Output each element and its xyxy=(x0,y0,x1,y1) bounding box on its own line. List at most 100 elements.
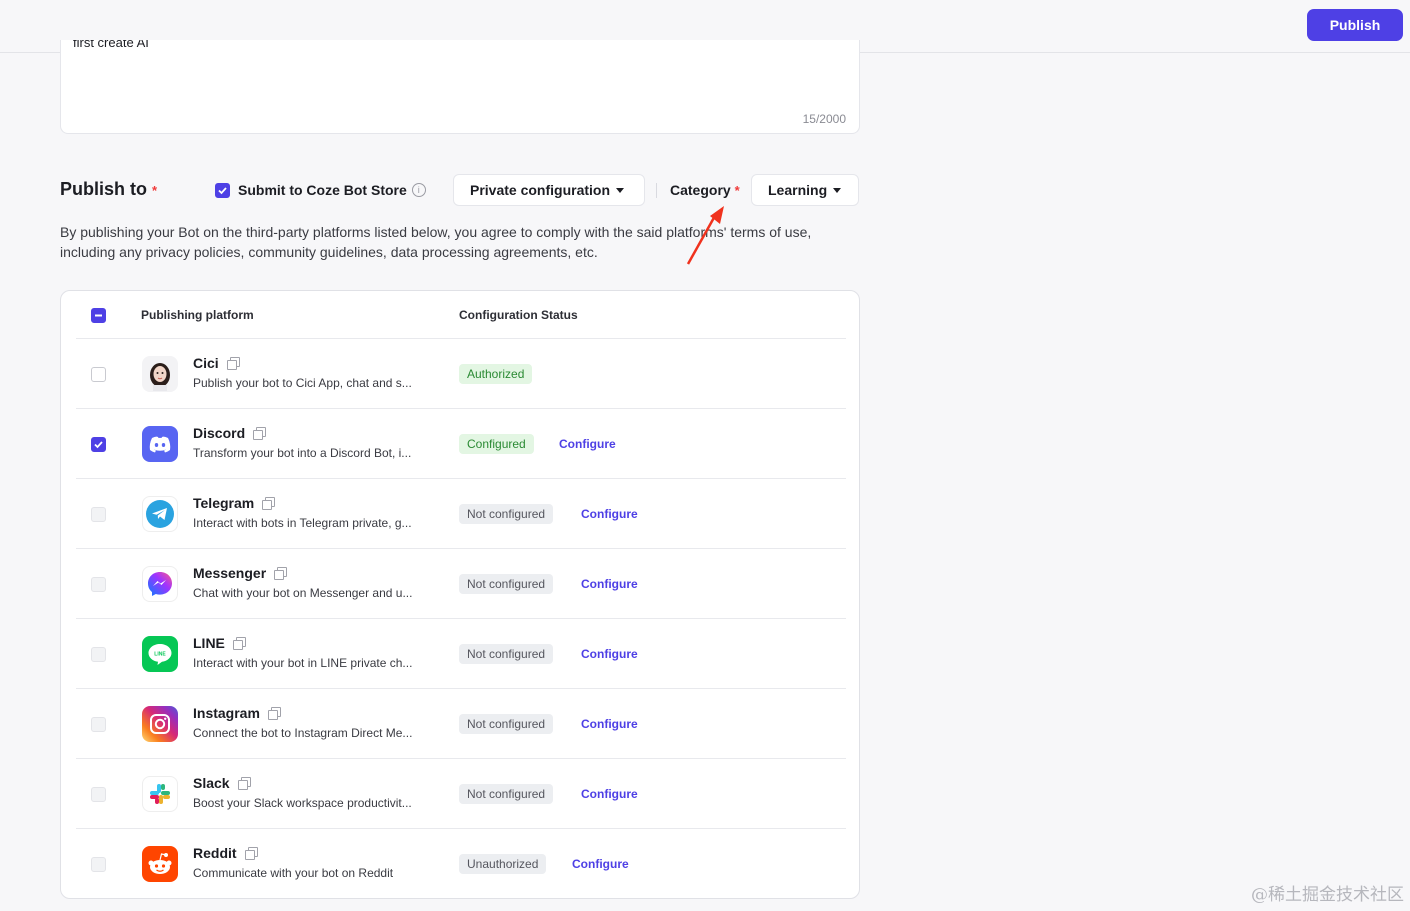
private-config-label: Private configuration xyxy=(470,182,611,198)
table-row: Reddit Communicate with your bot on Redd… xyxy=(76,829,846,899)
caret-down-icon xyxy=(616,187,625,193)
publish-to-title: Publish to * xyxy=(60,179,157,200)
copy-icon[interactable] xyxy=(237,776,251,790)
table-row: LINE LINE Interact with your bot in LINE… xyxy=(76,619,846,689)
category-label-text: Category xyxy=(670,182,731,198)
platform-name: Reddit xyxy=(193,845,258,861)
platform-name-text: Telegram xyxy=(193,495,255,511)
submit-store-checkbox[interactable]: Submit to Coze Bot Store i xyxy=(215,182,426,198)
cici-avatar-icon xyxy=(142,356,178,392)
platform-description: Chat with your bot on Messenger and u... xyxy=(193,586,413,600)
publish-to-label: Publish to xyxy=(60,179,147,199)
row-checkbox[interactable] xyxy=(91,787,106,802)
row-checkbox[interactable] xyxy=(91,717,106,732)
platform-name: Telegram xyxy=(193,495,276,511)
configure-link[interactable]: Configure xyxy=(581,577,638,591)
configure-link[interactable]: Configure xyxy=(581,507,638,521)
status-badge: Not configured xyxy=(459,784,554,804)
divider xyxy=(656,183,657,198)
table-row: Messenger Chat with your bot on Messenge… xyxy=(76,549,846,619)
info-icon[interactable]: i xyxy=(411,183,426,197)
configure-link[interactable]: Configure xyxy=(572,857,629,871)
configure-link[interactable]: Configure xyxy=(559,437,616,451)
platform-description: Communicate with your bot on Reddit xyxy=(193,866,394,880)
platform-name: Discord xyxy=(193,425,267,441)
row-checkbox[interactable] xyxy=(91,437,106,452)
platform-description: Boost your Slack workspace productivit..… xyxy=(193,796,412,810)
row-checkbox[interactable] xyxy=(91,577,106,592)
svg-text:LINE: LINE xyxy=(154,652,166,658)
category-label: Category * xyxy=(670,182,740,198)
copy-icon[interactable] xyxy=(267,706,281,720)
row-checkbox[interactable] xyxy=(91,857,106,872)
reddit-icon xyxy=(142,846,178,882)
copy-icon[interactable] xyxy=(232,636,246,650)
platform-name-text: LINE xyxy=(193,635,225,651)
caret-down-icon xyxy=(833,187,842,193)
copy-icon[interactable] xyxy=(253,426,267,440)
platform-description: Interact with your bot in LINE private c… xyxy=(193,656,413,670)
status-badge: Not configured xyxy=(459,644,554,664)
col-header-status: Configuration Status xyxy=(459,308,578,322)
table-row: Instagram Connect the bot to Instagram D… xyxy=(76,689,846,759)
platform-description: Connect the bot to Instagram Direct Me..… xyxy=(193,726,413,740)
char-counter: 15/2000 xyxy=(802,112,846,126)
category-required-mark: * xyxy=(734,183,740,198)
configure-link[interactable]: Configure xyxy=(581,647,638,661)
terms-notice: By publishing your Bot on the third-part… xyxy=(60,224,812,260)
platform-name-text: Messenger xyxy=(193,565,267,581)
row-checkbox[interactable] xyxy=(91,507,106,522)
table-header: Publishing platform Configuration Status xyxy=(76,291,846,339)
private-config-dropdown[interactable]: Private configuration xyxy=(453,174,645,206)
status-badge: Unauthorized xyxy=(459,854,547,874)
platform-table: Publishing platform Configuration Status… xyxy=(60,290,860,899)
line-icon: LINE xyxy=(142,636,178,672)
description-textarea[interactable]: first create AI 15/2000 xyxy=(60,40,860,134)
copy-icon[interactable] xyxy=(244,846,258,860)
messenger-icon xyxy=(142,566,178,602)
platform-name-text: Reddit xyxy=(193,845,237,861)
publish-to-row: Publish to * Submit to Coze Bot Store i … xyxy=(60,174,860,206)
status-badge: Configured xyxy=(459,434,534,454)
table-row: Discord Transform your bot into a Discor… xyxy=(76,409,846,479)
platform-name: Slack xyxy=(193,775,251,791)
submit-store-label: Submit to Coze Bot Store xyxy=(238,182,407,198)
platform-description: Publish your bot to Cici App, chat and s… xyxy=(193,376,412,390)
copy-icon[interactable] xyxy=(274,566,288,580)
category-value: Learning xyxy=(768,182,828,198)
slack-icon xyxy=(142,776,178,812)
status-badge: Not configured xyxy=(459,714,554,734)
category-dropdown[interactable]: Learning xyxy=(751,174,859,206)
required-mark: * xyxy=(152,183,158,198)
instagram-icon xyxy=(142,706,178,742)
platform-name-text: Slack xyxy=(193,775,230,791)
publish-button[interactable]: Publish xyxy=(1307,9,1403,41)
platform-description: Interact with bots in Telegram private, … xyxy=(193,516,412,530)
copy-icon[interactable] xyxy=(226,356,240,370)
table-row: Slack Boost your Slack workspace product… xyxy=(76,759,846,829)
telegram-icon xyxy=(142,496,178,532)
platform-name: Messenger xyxy=(193,565,288,581)
checkbox-checked-icon[interactable] xyxy=(215,182,230,198)
description-partial-text: first create AI xyxy=(73,40,149,50)
status-badge: Authorized xyxy=(459,364,533,384)
platform-name-text: Instagram xyxy=(193,705,260,721)
row-checkbox[interactable] xyxy=(91,367,106,382)
platform-name: Instagram xyxy=(193,705,281,721)
platform-name: Cici xyxy=(193,355,240,371)
copy-icon[interactable] xyxy=(262,496,276,510)
platform-name-text: Cici xyxy=(193,355,219,371)
status-badge: Not configured xyxy=(459,504,554,524)
watermark: @稀土掘金技术社区 xyxy=(1251,885,1404,905)
row-checkbox[interactable] xyxy=(91,647,106,662)
col-header-platform: Publishing platform xyxy=(141,308,254,322)
platform-name-text: Discord xyxy=(193,425,246,441)
configure-link[interactable]: Configure xyxy=(581,717,638,731)
annotation-arrow-icon xyxy=(686,206,724,265)
discord-icon xyxy=(142,426,178,462)
platform-description: Transform your bot into a Discord Bot, i… xyxy=(193,446,412,460)
configure-link[interactable]: Configure xyxy=(581,787,638,801)
table-row: Cici Publish your bot to Cici App, chat … xyxy=(76,339,846,409)
select-all-checkbox[interactable] xyxy=(91,308,106,323)
status-badge: Not configured xyxy=(459,574,554,594)
